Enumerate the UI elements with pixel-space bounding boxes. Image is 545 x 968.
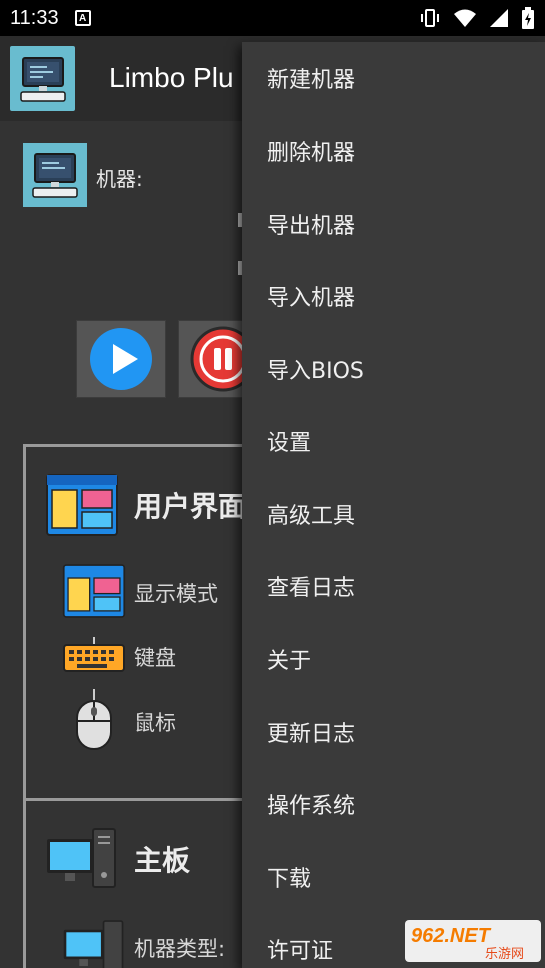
menu-item-about[interactable]: 关于 bbox=[242, 623, 545, 695]
menu-item-settings[interactable]: 设置 bbox=[242, 405, 545, 477]
battery-charging-icon bbox=[522, 7, 534, 29]
menu-item-import-bios[interactable]: 导入BIOS bbox=[242, 333, 545, 405]
computer-icon bbox=[10, 46, 75, 111]
menu-item-operating-systems[interactable]: 操作系统 bbox=[242, 768, 545, 840]
wifi-icon bbox=[454, 9, 476, 27]
display-window-icon bbox=[62, 564, 126, 618]
menu-item-view-log[interactable]: 查看日志 bbox=[242, 550, 545, 622]
menu-item-changelog[interactable]: 更新日志 bbox=[242, 696, 545, 768]
menu-item-export-machine[interactable]: 导出机器 bbox=[242, 188, 545, 260]
desktop-computer-icon bbox=[63, 920, 124, 968]
menu-item-delete-machine[interactable]: 删除机器 bbox=[242, 115, 545, 187]
board-section: 主板 机器类型: bbox=[23, 798, 263, 968]
overflow-menu: 新建机器 删除机器 导出机器 导入机器 导入BIOS 设置 高级工具 查看日志 … bbox=[242, 42, 545, 968]
watermark-text-top: 962.NET bbox=[411, 925, 492, 947]
display-window-icon bbox=[46, 474, 118, 536]
keyboard-label[interactable]: 键盘 bbox=[134, 642, 176, 672]
mouse-label[interactable]: 鼠标 bbox=[134, 707, 176, 737]
notification-badge: A bbox=[74, 10, 91, 26]
app-title: Limbo Plu bbox=[109, 62, 234, 93]
machine-label: 机器: bbox=[96, 167, 143, 191]
menu-item-download[interactable]: 下载 bbox=[242, 841, 545, 913]
status-bar: 11:33 A bbox=[0, 0, 545, 36]
ui-section-title: 用户界面 bbox=[134, 490, 247, 523]
display-mode-label[interactable]: 显示模式 bbox=[134, 578, 218, 608]
start-machine-button[interactable] bbox=[76, 320, 166, 398]
vibrate-icon bbox=[421, 9, 439, 27]
watermark-text-bottom: 乐游网 bbox=[485, 947, 524, 962]
status-icons bbox=[419, 7, 535, 29]
ui-section: 用户界面 显示模式 键盘 鼠标 bbox=[23, 444, 263, 802]
desktop-computer-icon bbox=[47, 828, 116, 888]
menu-item-import-machine[interactable]: 导入机器 bbox=[242, 260, 545, 332]
status-time: 11:33 bbox=[10, 6, 59, 29]
menu-item-new-machine[interactable]: 新建机器 bbox=[242, 42, 545, 114]
board-section-title: 主板 bbox=[134, 844, 191, 877]
machine-computer-icon bbox=[23, 143, 87, 207]
mouse-icon bbox=[76, 689, 112, 750]
machine-type-label[interactable]: 机器类型: bbox=[134, 933, 225, 963]
watermark-logo: 962.NET 乐游网 bbox=[405, 918, 541, 964]
signal-icon bbox=[490, 9, 508, 27]
play-icon bbox=[90, 328, 152, 390]
menu-item-advanced-tools[interactable]: 高级工具 bbox=[242, 478, 545, 550]
keyboard-icon bbox=[63, 636, 125, 672]
